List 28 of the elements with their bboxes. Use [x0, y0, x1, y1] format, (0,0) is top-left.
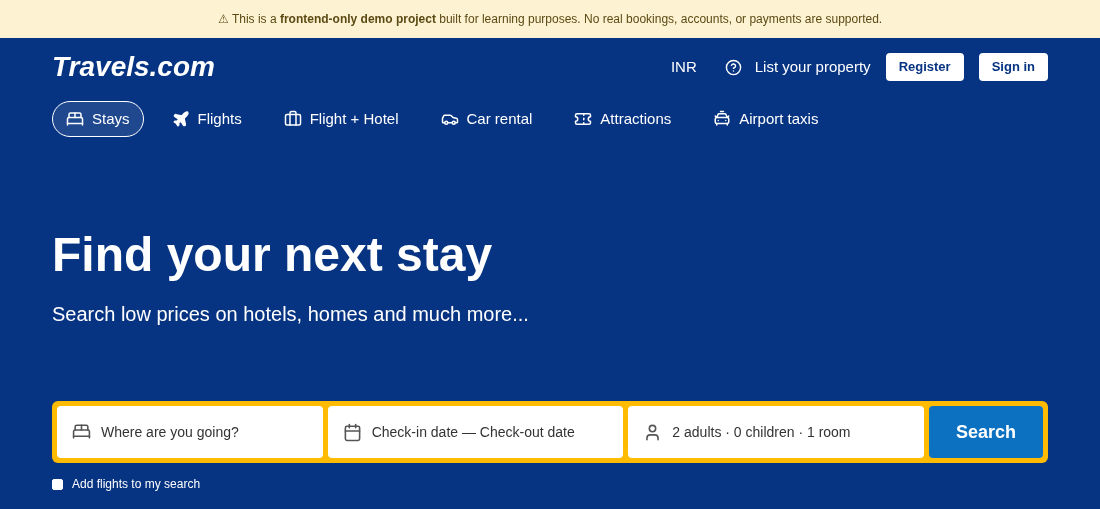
search-button[interactable]: Search [929, 406, 1043, 458]
header-button[interactable]: Register [885, 53, 964, 81]
nav-tab[interactable]: Flight + Hotel [269, 101, 413, 137]
calendar-icon [342, 422, 362, 442]
nav-tab[interactable]: Car rental [426, 101, 547, 137]
search-field[interactable]: 2 adults · 0 children · 1 room [628, 406, 924, 458]
nav-tab[interactable]: Stays [52, 101, 144, 137]
suitcase-icon [283, 110, 302, 128]
checkbox-label: Add flights to my search [72, 476, 201, 493]
bed-icon [66, 110, 84, 128]
list-property-link[interactable]: List your property [754, 55, 871, 79]
help-icon[interactable] [724, 58, 742, 76]
logo[interactable]: Travels.com [52, 46, 215, 88]
plane-icon [171, 110, 190, 128]
hero-subtitle: Search low prices on hotels, homes and much more... [52, 302, 530, 327]
search-field[interactable]: Check-in date — Check-out date [327, 406, 624, 458]
destination-field[interactable]: Where are you going? [57, 406, 323, 458]
taxi-icon [713, 110, 732, 128]
nav-tab[interactable]: Flights [157, 101, 256, 137]
checkbox[interactable] [52, 478, 63, 490]
ticket-icon [574, 110, 593, 128]
hero-title: Find your next stay [52, 227, 494, 283]
header-button[interactable]: Sign in [978, 53, 1048, 81]
bed-icon [72, 422, 91, 441]
nav-tab[interactable]: Attractions [560, 101, 686, 137]
currency-button[interactable]: INR [670, 55, 697, 79]
notice-text: ⚠ This is a frontend-only demo project built for learning purposes. No real bookings, accounts, or payments are supported. [217, 11, 883, 28]
nav-tab[interactable]: Airport taxis [699, 101, 833, 137]
